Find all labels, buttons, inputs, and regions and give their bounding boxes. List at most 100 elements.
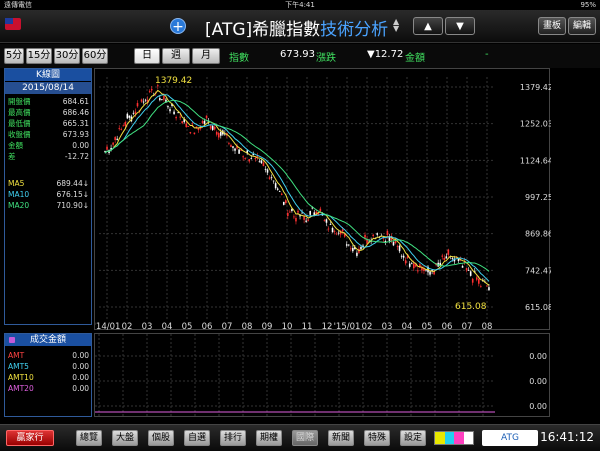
ma10-line: [104, 94, 490, 282]
candle-body: [189, 132, 192, 134]
candle-body: [173, 111, 175, 115]
change-label: 漲跌: [316, 53, 336, 64]
candle-body: [447, 249, 450, 255]
ma20-line: [104, 99, 490, 272]
candle-body: [104, 150, 106, 152]
symbol-switch-icon[interactable]: ▲ ▼: [393, 18, 399, 33]
candle-body: [345, 244, 348, 246]
candle-body: [114, 137, 116, 141]
period-5min-button[interactable]: 5分: [4, 48, 24, 64]
candle-body: [478, 278, 480, 284]
vol-axis-label: 0.00: [529, 377, 547, 386]
tab-settings[interactable]: 設定: [400, 430, 426, 446]
tab-watchlist[interactable]: 自選: [184, 430, 210, 446]
candle-body: [417, 270, 419, 272]
candle-body: [268, 177, 271, 179]
clock-label: 16:41:12: [540, 430, 594, 444]
amt10-row: AMT10 0.00: [8, 373, 89, 382]
x-tick-label: 06: [442, 322, 453, 331]
battery-label: 95%: [580, 1, 596, 9]
candle-body: [287, 212, 289, 216]
tab-ranking[interactable]: 排行: [220, 430, 246, 446]
tab-international[interactable]: 國際: [292, 430, 318, 446]
volume-chart[interactable]: 0.00 0.00 0.00: [94, 333, 550, 418]
period-30min-button[interactable]: 30分: [54, 48, 80, 64]
x-tick-label: 12: [322, 322, 333, 331]
candle-body: [392, 242, 395, 246]
vol-axis-label: 0.00: [529, 352, 547, 361]
candle-body: [144, 99, 147, 101]
x-tick-label: 05: [182, 322, 193, 331]
candle-body: [360, 246, 362, 250]
x-tick-label: 03: [142, 322, 153, 331]
candle-body: [274, 183, 277, 189]
candle-body: [441, 255, 444, 257]
candle-body: [337, 232, 340, 234]
period-week-button[interactable]: 週: [162, 48, 190, 64]
title-prefix: [ATG]希臘指數: [205, 20, 321, 40]
prev-button[interactable]: ▲: [413, 17, 443, 35]
candle-body: [301, 212, 303, 214]
candle-body: [199, 128, 202, 129]
amount-value: -: [485, 49, 489, 60]
x-tick-label: 08: [482, 322, 493, 331]
kline-chart[interactable]: 1379.42 1252.03 1124.64 997.25 869.86 742.47 6…: [94, 68, 553, 332]
volume-info-panel: 成交金額 AMT 0.00 AMT5 0.00 AMT10 0.00 AMT20 0.0…: [4, 333, 92, 417]
candle-body: [159, 98, 161, 101]
period-60min-button[interactable]: 60分: [82, 48, 108, 64]
taiwan-flag-icon[interactable]: [5, 18, 21, 30]
candle-body: [280, 193, 283, 195]
tab-news[interactable]: 新聞: [328, 430, 354, 446]
candle-body: [128, 115, 131, 118]
candle-body: [272, 180, 275, 182]
candle-body: [465, 268, 468, 271]
candle-body: [475, 277, 478, 280]
candle-body: [201, 121, 204, 124]
candle-body: [215, 131, 218, 135]
edit-button[interactable]: 編輯: [568, 17, 597, 35]
candle-body: [282, 201, 285, 205]
candle-body: [248, 159, 251, 162]
y-tick-label: 742.47: [525, 266, 551, 275]
volume-chart-svg: 0.00 0.00 0.00: [95, 334, 547, 418]
symbol-box[interactable]: ATG: [482, 430, 538, 446]
brand-button[interactable]: 贏家行: [6, 430, 54, 446]
period-month-button[interactable]: 月: [192, 48, 220, 64]
candle-body: [266, 169, 269, 173]
board-button[interactable]: 畫板: [538, 17, 567, 35]
x-tick-label: 04: [162, 322, 173, 331]
candle-body: [197, 128, 200, 131]
low-row: 最低價 665.31: [8, 119, 89, 128]
amount-label: 金額: [405, 53, 425, 64]
candle-body: [408, 263, 411, 267]
candle-body: [404, 260, 407, 264]
tab-options[interactable]: 期權: [256, 430, 282, 446]
period-day-button[interactable]: 日: [134, 48, 160, 64]
candle-body: [445, 256, 448, 259]
add-button[interactable]: +: [170, 18, 186, 35]
candle-body: [307, 219, 309, 221]
tab-overview[interactable]: 總覽: [76, 430, 102, 446]
palette-magenta: [454, 432, 464, 444]
next-button[interactable]: ▼: [445, 17, 475, 35]
candle-body: [203, 120, 206, 124]
y-tick-label: 869.86: [525, 230, 551, 239]
candle-body: [205, 115, 208, 118]
period-15min-button[interactable]: 15分: [26, 48, 52, 64]
tab-special[interactable]: 特殊: [364, 430, 390, 446]
kline-chart-svg: 1379.42 1252.03 1124.64 997.25 869.86 742.47 6…: [94, 76, 553, 332]
tab-stock[interactable]: 個股: [148, 430, 174, 446]
color-palette[interactable]: [434, 431, 474, 445]
candle-body: [461, 266, 464, 268]
candle-body: [244, 158, 246, 159]
candle-body: [289, 211, 291, 213]
tab-market[interactable]: 大盤: [112, 430, 138, 446]
candle-body: [116, 138, 118, 140]
candle-body: [260, 160, 263, 164]
candle-body: [185, 123, 188, 128]
diff-row: 差 -12.72: [8, 152, 89, 161]
candle-body: [333, 230, 336, 232]
candle-body: [230, 144, 232, 147]
volume-header: 成交金額: [5, 334, 91, 346]
candle-body: [112, 142, 114, 145]
